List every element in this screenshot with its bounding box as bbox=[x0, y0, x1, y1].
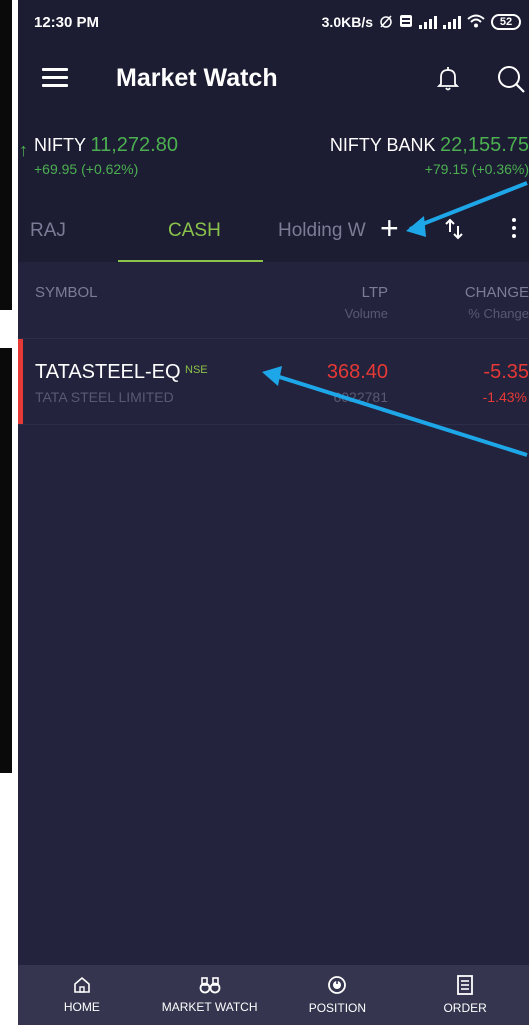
status-indicators: 3.0KB/s 52 bbox=[322, 14, 521, 31]
watchlist-tabs: RAJ CASH Holding W + bbox=[18, 194, 529, 263]
order-icon bbox=[457, 975, 474, 995]
more-options-icon[interactable] bbox=[512, 218, 516, 242]
status-time: 12:30 PM bbox=[34, 13, 100, 31]
signal-icon bbox=[419, 15, 437, 29]
nav-order[interactable]: ORDER bbox=[401, 965, 529, 1025]
wifi-icon bbox=[467, 14, 485, 31]
volte-icon bbox=[399, 14, 413, 31]
index-ticker: ↑ NIFTY 11,272.80 +69.95 (+0.62%) NIFTY … bbox=[18, 114, 529, 194]
nifty-name: NIFTY bbox=[34, 135, 86, 155]
nifty-bank-index[interactable]: NIFTY BANK 22,155.75 +79.15 (+0.36%) bbox=[330, 134, 529, 177]
volume-header[interactable]: Volume bbox=[345, 306, 388, 321]
row-change: -5.35 bbox=[483, 361, 529, 383]
table-row[interactable]: TATASTEEL-EQ NSE TATA STEEL LIMITED 368.… bbox=[18, 339, 529, 425]
bell-icon[interactable] bbox=[436, 66, 460, 97]
nav-market-watch[interactable]: MARKET WATCH bbox=[146, 965, 274, 1025]
symbol-header[interactable]: SYMBOL bbox=[35, 284, 98, 301]
home-icon bbox=[74, 976, 90, 993]
left-edge-strip-lower bbox=[0, 348, 12, 773]
app-bar: Market Watch bbox=[18, 44, 529, 114]
ltp-header[interactable]: LTP bbox=[362, 284, 388, 301]
sort-icon[interactable] bbox=[444, 218, 464, 245]
position-icon bbox=[328, 976, 347, 994]
nav-position[interactable]: POSITION bbox=[274, 965, 402, 1025]
nav-home[interactable]: HOME bbox=[18, 965, 146, 1025]
alarm-off-icon bbox=[379, 14, 393, 31]
network-speed: 3.0KB/s bbox=[321, 14, 373, 30]
row-volume: 6022781 bbox=[333, 389, 388, 405]
nifty-bank-price: 22,155.75 bbox=[440, 134, 529, 156]
row-company-name: TATA STEEL LIMITED bbox=[35, 389, 174, 405]
menu-icon[interactable] bbox=[42, 68, 68, 88]
row-ltp: 368.40 bbox=[326, 361, 388, 383]
change-header[interactable]: CHANGE bbox=[465, 284, 529, 301]
nifty-bank-change: +79.15 (+0.36%) bbox=[424, 161, 529, 177]
tab-holding[interactable]: Holding W bbox=[278, 220, 366, 242]
signal-icon-2 bbox=[443, 15, 461, 29]
nav-home-label: HOME bbox=[63, 1000, 100, 1014]
bottom-navigation: HOME MARKET WATCH POSITION ORDER bbox=[18, 965, 529, 1025]
status-bar: 12:30 PM 3.0KB/s 52 bbox=[18, 0, 529, 44]
column-headers: SYMBOL LTP Volume CHANGE % Change bbox=[18, 262, 529, 339]
negative-indicator bbox=[18, 339, 23, 424]
battery-icon: 52 bbox=[491, 14, 521, 30]
nifty-index[interactable]: NIFTY 11,272.80 +69.95 (+0.62%) bbox=[34, 134, 178, 177]
nav-position-label: POSITION bbox=[308, 1001, 367, 1015]
row-symbol: TATASTEEL-EQ bbox=[35, 361, 181, 383]
tab-cash[interactable]: CASH bbox=[168, 220, 221, 242]
pct-change-header[interactable]: % Change bbox=[468, 306, 529, 321]
nifty-change: +69.95 (+0.62%) bbox=[34, 161, 139, 177]
row-exchange: NSE bbox=[185, 364, 208, 376]
tab-raj[interactable]: RAJ bbox=[30, 220, 66, 242]
up-arrow-icon: ↑ bbox=[19, 140, 28, 160]
row-pct-change: -1.43% bbox=[482, 389, 527, 405]
nifty-bank-name: NIFTY BANK bbox=[329, 135, 436, 155]
add-watchlist-icon[interactable]: + bbox=[380, 210, 399, 247]
left-edge-strip bbox=[0, 0, 12, 310]
binoculars-icon bbox=[199, 977, 221, 994]
page-title: Market Watch bbox=[116, 64, 278, 92]
nifty-price: 11,272.80 bbox=[90, 134, 178, 156]
nav-order-label: ORDER bbox=[443, 1001, 487, 1015]
search-icon[interactable] bbox=[496, 64, 526, 99]
phone-screen: 12:30 PM 3.0KB/s 52 Market Watch ↑ NIFTY… bbox=[18, 0, 529, 1025]
nav-market-watch-label: MARKET WATCH bbox=[161, 1000, 258, 1014]
